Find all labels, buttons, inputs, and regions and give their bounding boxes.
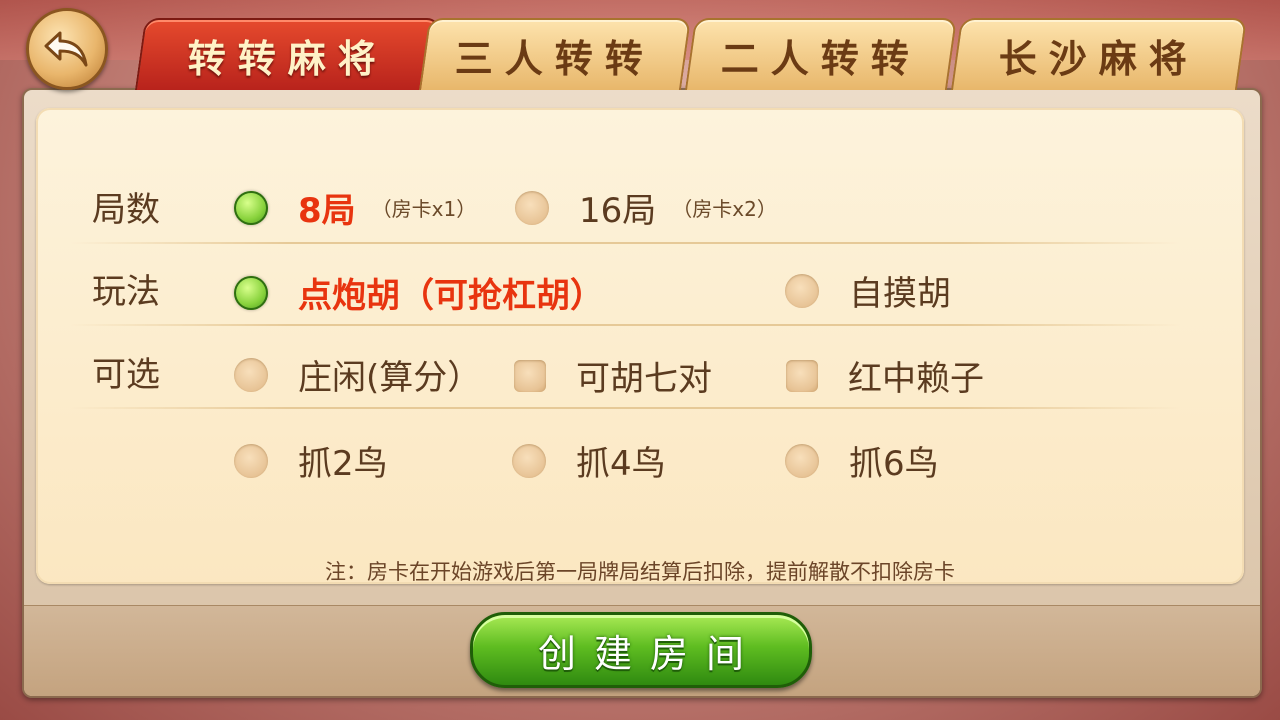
option-catch-2-birds[interactable]: 抓2鸟: [234, 436, 388, 485]
radio-selected-icon: [234, 190, 268, 225]
radio-icon: [785, 273, 819, 308]
option-cost: （房卡x1）: [371, 197, 477, 221]
tab-zhuanzhuan-mahjong[interactable]: 转转麻将: [134, 18, 442, 90]
option-8-rounds[interactable]: 8局 （房卡x1）: [234, 183, 476, 232]
option-red-dragon-wild[interactable]: 红中赖子: [786, 351, 984, 400]
checkbox-icon: [786, 359, 818, 392]
rounds-label: 局数: [92, 190, 160, 230]
tab-label: 三人转转: [454, 35, 655, 81]
back-arrow-icon: [44, 31, 88, 67]
option-16-rounds[interactable]: 16局 （房卡x2）: [515, 183, 777, 232]
radio-icon: [515, 190, 549, 225]
radio-icon: [234, 443, 268, 478]
radio-selected-icon: [234, 275, 268, 310]
option-text: 红中赖子: [848, 359, 984, 399]
radio-icon: [512, 443, 546, 478]
radio-icon: [785, 443, 819, 478]
option-text: 可胡七对: [576, 359, 712, 399]
option-text: 16局: [579, 191, 657, 231]
option-text: 自摸胡: [849, 274, 951, 314]
option-text: 抓6鸟: [849, 444, 939, 484]
optional-label: 可选: [92, 355, 160, 395]
option-self-draw-win[interactable]: 自摸胡: [785, 266, 951, 315]
option-catch-6-birds[interactable]: 抓6鸟: [785, 436, 939, 485]
tab-label: 二人转转: [720, 35, 921, 81]
play-mode-label: 玩法: [92, 272, 160, 312]
tab-label: 长沙麻将: [998, 35, 1199, 81]
options-panel: [36, 108, 1244, 584]
radio-icon: [234, 357, 268, 392]
option-text: 点炮胡（可抢杠胡）: [298, 276, 604, 316]
room-card-note: 注：房卡在开始游戏后第一局牌局结算后扣除，提前解散不扣除房卡: [325, 560, 955, 584]
option-text: 庄闲(算分）: [298, 358, 482, 398]
tab-three-player[interactable]: 三人转转: [418, 18, 692, 90]
row-divider: [70, 242, 1180, 244]
create-room-button[interactable]: 创建房间: [470, 612, 812, 688]
tab-two-player[interactable]: 二人转转: [684, 18, 958, 90]
checkbox-icon: [514, 359, 546, 392]
tab-changsha-mahjong[interactable]: 长沙麻将: [950, 18, 1248, 90]
option-dealer-idle[interactable]: 庄闲(算分）: [234, 350, 481, 399]
row-divider: [70, 407, 1180, 409]
option-text: 抓4鸟: [576, 444, 666, 484]
option-text: 抓2鸟: [298, 444, 388, 484]
back-button[interactable]: [26, 8, 108, 90]
option-catch-4-birds[interactable]: 抓4鸟: [512, 436, 666, 485]
tab-label: 转转麻将: [187, 35, 388, 81]
option-discard-win[interactable]: 点炮胡（可抢杠胡）: [234, 268, 604, 317]
option-text: 8局: [298, 191, 356, 231]
create-room-label: 创建房间: [537, 631, 762, 676]
row-divider: [70, 324, 1180, 326]
option-cost: （房卡x2）: [672, 197, 777, 221]
option-seven-pairs[interactable]: 可胡七对: [514, 351, 712, 400]
